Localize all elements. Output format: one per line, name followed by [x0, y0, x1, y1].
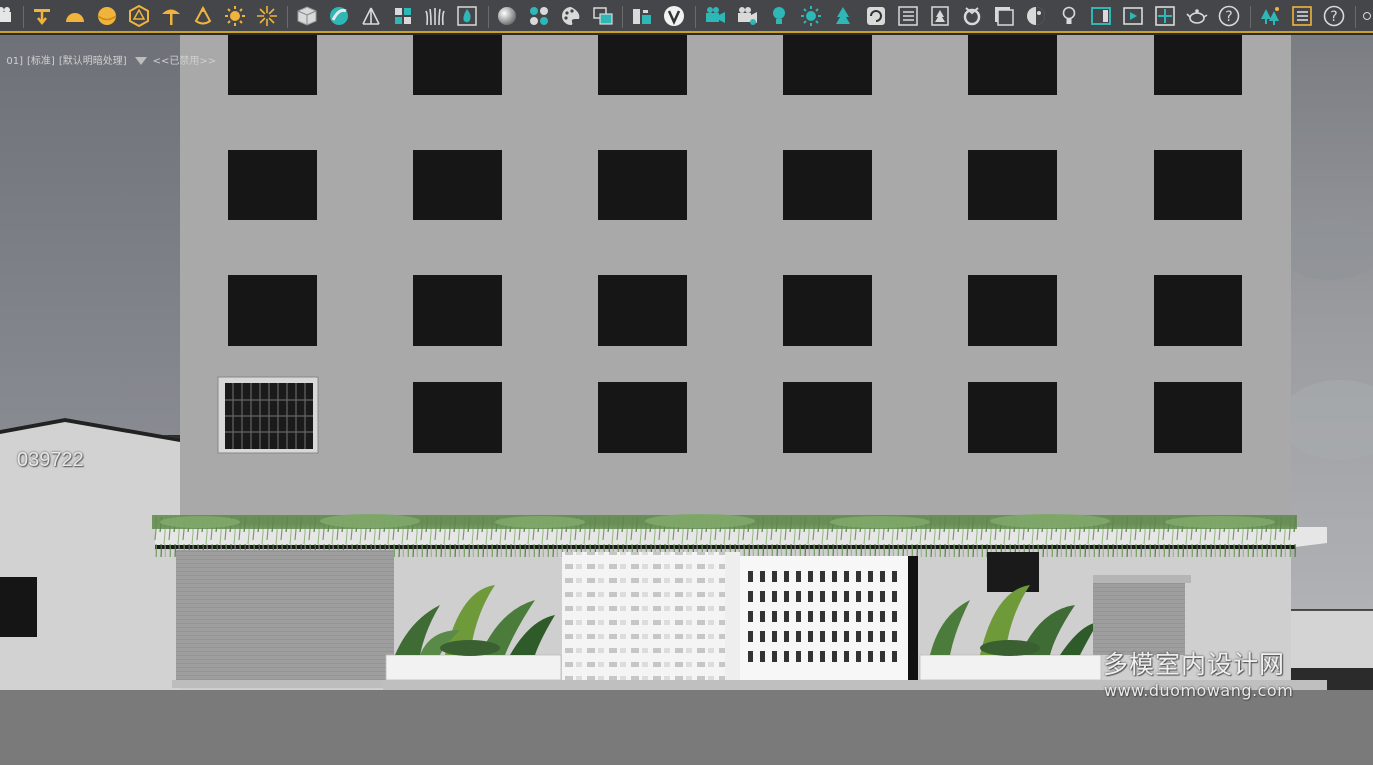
svg-text:?: ?: [1225, 9, 1232, 25]
filter-icon[interactable]: [134, 57, 147, 65]
material-grid-icon[interactable]: [527, 4, 551, 28]
region-render-icon[interactable]: [1153, 4, 1177, 28]
help-2-icon[interactable]: ?: [1322, 4, 1346, 28]
sphere-light-icon[interactable]: [95, 4, 119, 28]
render-setup-icon[interactable]: [960, 4, 984, 28]
viewport-label[interactable]: 01] [标准] [默认明暗处理] <<已禁用>>: [0, 41, 220, 67]
main-toolbar: ? ?: [0, 0, 1373, 33]
play-render-icon[interactable]: [1121, 4, 1145, 28]
grilled-window: [217, 376, 319, 454]
svg-text:?: ?: [1330, 9, 1337, 25]
spotlight-yellow-icon[interactable]: [30, 4, 54, 28]
proxy-icon[interactable]: [391, 4, 415, 28]
viewport-label-part[interactable]: [标准]: [27, 56, 55, 67]
sun-gear-icon[interactable]: [799, 4, 823, 28]
video-camera-2-icon[interactable]: [735, 4, 759, 28]
render-material-icon[interactable]: [591, 4, 615, 28]
palette-icon[interactable]: [559, 4, 583, 28]
geosphere-icon[interactable]: [127, 4, 151, 28]
watermark-url: www.duomowang.com: [1104, 681, 1294, 700]
window-icon[interactable]: [1089, 4, 1113, 28]
sun-icon[interactable]: [223, 4, 247, 28]
umbrella-light-icon[interactable]: [159, 4, 183, 28]
video-camera-icon[interactable]: [703, 4, 727, 28]
lighting-analysis-icon[interactable]: [1024, 4, 1048, 28]
list-icon[interactable]: [896, 4, 920, 28]
overflow-icon[interactable]: [1363, 12, 1371, 20]
camera-icon[interactable]: [0, 4, 18, 28]
scene-converter-icon[interactable]: [630, 4, 654, 28]
fur-icon[interactable]: [423, 4, 447, 28]
tree-frame-icon[interactable]: [928, 4, 952, 28]
building-number: 039722: [17, 449, 84, 471]
vray-sphere-icon[interactable]: [327, 4, 351, 28]
forest-icon[interactable]: [1258, 4, 1282, 28]
sky-burst-icon[interactable]: [255, 4, 279, 28]
menu-list-icon[interactable]: [1290, 4, 1314, 28]
tree-icon[interactable]: [831, 4, 855, 28]
fire-icon[interactable]: [455, 4, 479, 28]
bulb-outline-icon[interactable]: [1057, 4, 1081, 28]
light-bulb-icon[interactable]: [767, 4, 791, 28]
photometric-light-icon[interactable]: [191, 4, 215, 28]
plane-tripod-icon[interactable]: [359, 4, 383, 28]
refresh-render-icon[interactable]: [864, 4, 888, 28]
frame-buffer-icon[interactable]: [992, 4, 1016, 28]
material-ball-icon[interactable]: [495, 4, 519, 28]
viewport-label-part[interactable]: [默认明暗处理]: [59, 56, 127, 67]
box-object-icon[interactable]: [295, 4, 319, 28]
teapot-icon[interactable]: [1185, 4, 1209, 28]
viewport-label-part[interactable]: 01]: [6, 56, 23, 67]
vray-logo-icon[interactable]: [662, 4, 686, 28]
viewport-label-part[interactable]: <<已禁用>>: [153, 56, 217, 67]
watermark-title: 多模室内设计网: [1103, 650, 1286, 679]
dome-light-icon[interactable]: [63, 4, 87, 28]
help-icon[interactable]: ?: [1217, 4, 1241, 28]
